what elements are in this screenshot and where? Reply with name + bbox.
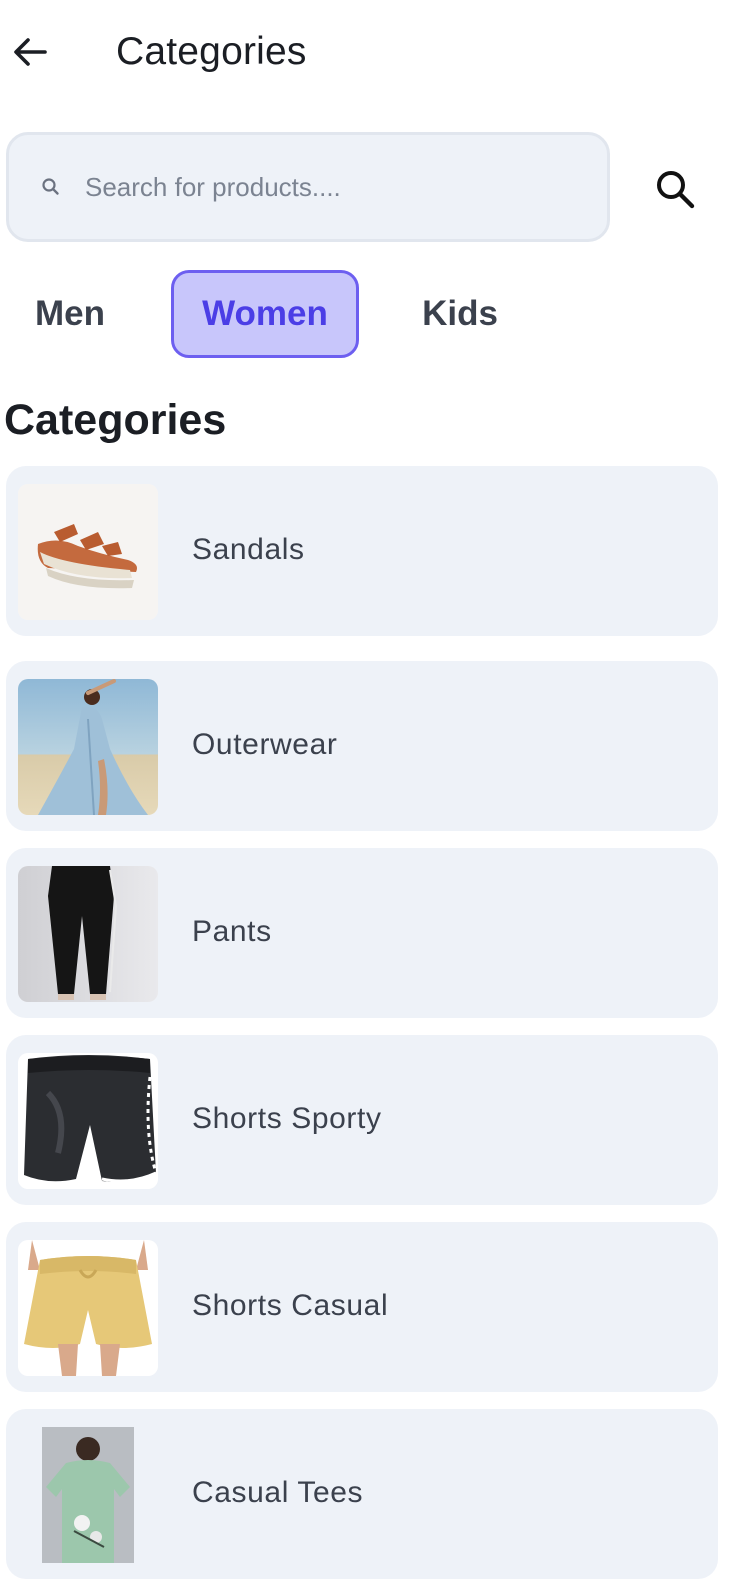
tab-men[interactable]: Men xyxy=(10,270,130,358)
category-label: Shorts Sporty xyxy=(192,1102,382,1135)
search-input[interactable] xyxy=(85,159,585,215)
category-label: Pants xyxy=(192,915,272,948)
category-card-casual-tees[interactable]: Casual Tees xyxy=(6,1409,718,1579)
black-pants-image xyxy=(18,866,158,1002)
sandal-image xyxy=(18,484,158,620)
category-card-pants[interactable]: Pants xyxy=(6,848,718,1018)
category-label: Outerwear xyxy=(192,728,338,761)
tab-women[interactable]: Women xyxy=(171,270,359,358)
category-card-shorts-sporty[interactable]: Shorts Sporty xyxy=(6,1035,718,1205)
category-label: Sandals xyxy=(192,533,305,566)
search-icon xyxy=(42,178,59,195)
green-tee-image xyxy=(18,1427,158,1563)
category-card-outerwear[interactable]: Outerwear xyxy=(6,661,718,831)
search-icon xyxy=(657,171,695,209)
app-root: Categories Men Women Kids Categories xyxy=(0,0,730,1584)
search-bar xyxy=(6,132,610,242)
yellow-casual-shorts-image xyxy=(18,1240,158,1376)
page-title: Categories xyxy=(116,30,307,73)
beach-dress-image xyxy=(18,679,158,815)
section-title: Categories xyxy=(4,396,227,444)
search-button[interactable] xyxy=(648,162,702,216)
category-card-sandals[interactable]: Sandals xyxy=(6,466,718,636)
app-header: Categories xyxy=(0,0,730,104)
category-card-shorts-casual[interactable]: Shorts Casual xyxy=(6,1222,718,1392)
category-label: Shorts Casual xyxy=(192,1289,389,1322)
black-sport-shorts-image xyxy=(18,1053,158,1189)
arrow-left-icon xyxy=(14,38,47,66)
tab-kids[interactable]: Kids xyxy=(400,270,520,358)
back-button[interactable] xyxy=(6,28,54,76)
category-label: Casual Tees xyxy=(192,1476,364,1509)
